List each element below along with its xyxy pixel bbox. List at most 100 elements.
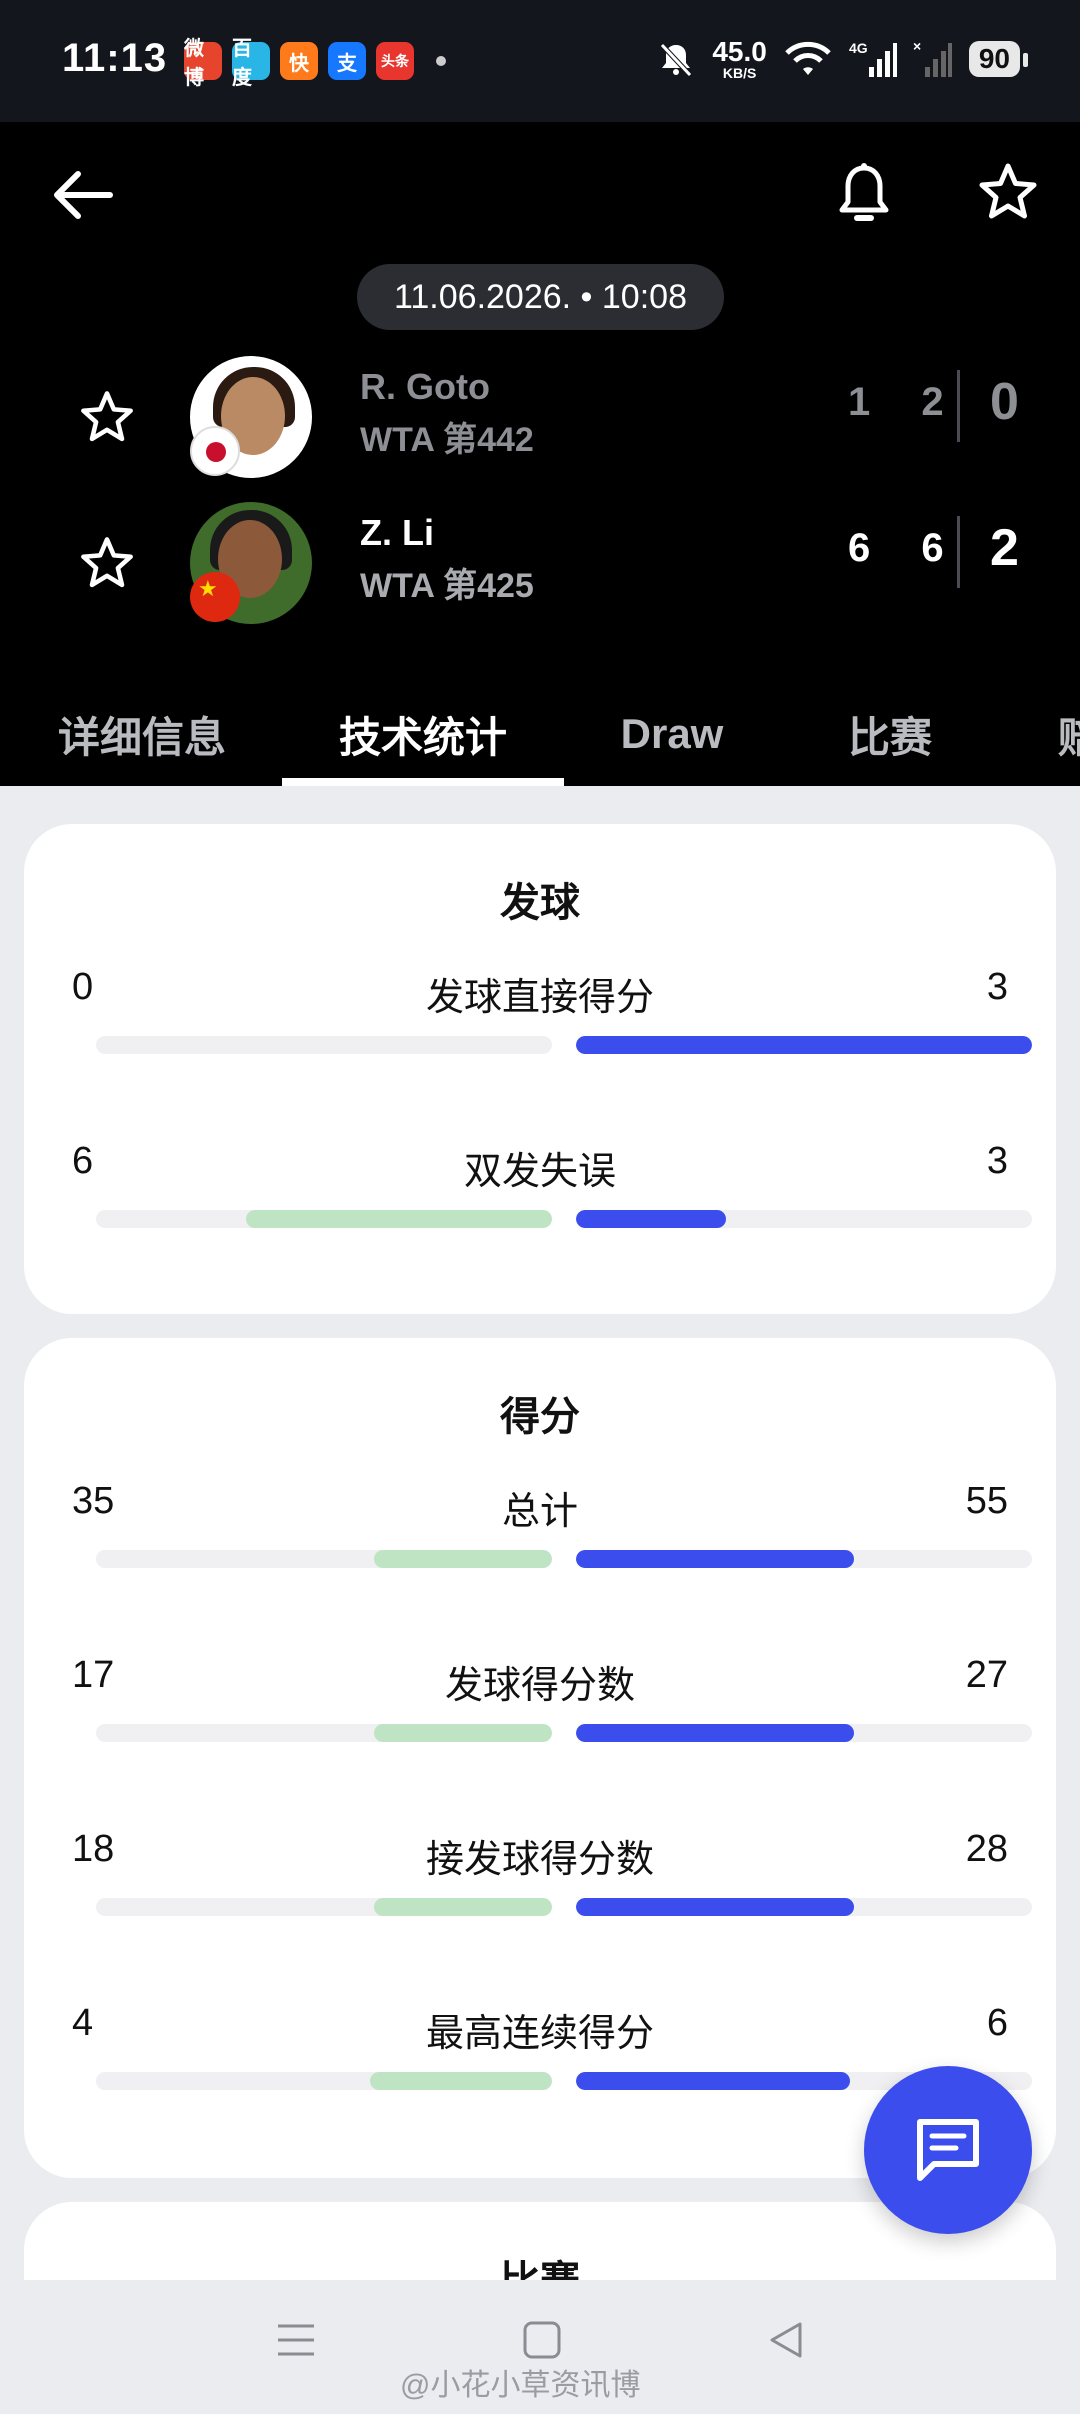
section-title: 发球: [500, 881, 580, 925]
tab-matches[interactable]: 比赛: [840, 682, 940, 786]
stat-label: 总计: [501, 1491, 578, 1533]
system-nav-bar: @小花小草资讯博: [0, 2280, 1080, 2414]
stat-right-value: 6: [986, 2002, 1008, 2044]
left-bar-track: [96, 1550, 552, 1568]
match-datetime: 11.06.2026. • 10:08: [357, 264, 724, 330]
tab-stats[interactable]: 技术统计: [282, 682, 564, 786]
stats-content[interactable]: 发球 0 发球直接得分 3 6 双发失误 3 得分 35 总计 55 17 发球…: [0, 786, 1080, 2280]
right-bar-track: [576, 1550, 1032, 1568]
right-bar-fill: [576, 1210, 727, 1228]
match-header: 11.06.2026. • 10:08 R. Goto WTA 第442 1 2…: [0, 122, 1080, 786]
serve-stats-card: 发球 0 发球直接得分 3 6 双发失误 3: [24, 824, 1056, 1314]
score-divider: [957, 370, 960, 442]
tab-details[interactable]: 详细信息: [52, 682, 232, 786]
favorite-match-button[interactable]: [975, 160, 1041, 231]
square-home-icon: [523, 2321, 561, 2359]
back-nav-button[interactable]: [766, 2320, 806, 2365]
stat-label: 接发球得分数: [425, 1839, 654, 1881]
stat-label: 发球直接得分: [425, 977, 654, 1019]
section-title: 比赛: [24, 2248, 1056, 2280]
status-bar: 11:13 微博 百度 快 支 头条 45.0 KB/S 4G × 90: [0, 0, 1080, 122]
notification-button[interactable]: [836, 162, 892, 233]
left-bar-fill: [246, 1210, 552, 1228]
svg-text:×: ×: [913, 39, 921, 54]
tab-bar: 详细信息 技术统计 Draw 比赛 赔: [0, 682, 1080, 786]
chat-button[interactable]: [864, 2066, 1032, 2234]
battery-indicator: 90: [968, 41, 1029, 77]
left-bar-track: [96, 2072, 552, 2090]
stat-label: 发球得分数: [444, 1665, 635, 1707]
points-stats-card: 得分 35 总计 55 17 发球得分数 27 18 接发球得分数 28 4 最…: [24, 1338, 1056, 2178]
score-divider: [957, 516, 960, 588]
stat-right-value: 3: [986, 1140, 1008, 1182]
svg-text:4G: 4G: [849, 40, 868, 56]
signal-no-sim-icon: ×: [913, 39, 952, 77]
home-nav-button[interactable]: [522, 2320, 562, 2365]
left-bar-track: [96, 1036, 552, 1054]
stat-row: 0 发球直接得分 3: [72, 966, 1032, 1076]
player-name: Z. Li: [360, 512, 434, 553]
bell-muted-icon: [660, 43, 693, 77]
set-scores: 1 2: [848, 380, 964, 424]
tab-draw[interactable]: Draw: [600, 682, 744, 786]
menu-icon: [278, 2324, 314, 2356]
stat-right-value: 55: [965, 1480, 1008, 1522]
set-scores: 6 6: [848, 526, 964, 570]
wifi-icon: [785, 41, 831, 75]
right-bar-track: [576, 1898, 1032, 1916]
status-time: 11:13: [62, 36, 168, 80]
right-bar-fill: [576, 1036, 1032, 1054]
player-rank: WTA 第425: [360, 567, 534, 605]
bell-icon: [839, 163, 889, 221]
more-notifications-dot: [436, 56, 446, 66]
arrow-left-icon: [54, 171, 113, 219]
left-bar-fill: [374, 1898, 552, 1916]
star-icon: [81, 391, 133, 442]
sets-won: 0: [990, 373, 1019, 431]
player-name: R. Goto: [360, 366, 490, 407]
player-row-goto[interactable]: R. Goto WTA 第442 1 2 0: [0, 356, 1080, 480]
player-row-li[interactable]: ★ Z. Li WTA 第425 6 6 2: [0, 502, 1080, 626]
right-bar-track: [576, 1210, 1032, 1228]
tab-odds[interactable]: 赔: [1058, 682, 1080, 786]
kuai-app-icon: 快: [280, 42, 318, 80]
weibo-app-icon: 微博: [184, 38, 222, 89]
left-bar-track: [96, 1210, 552, 1228]
right-bar-track: [576, 1724, 1032, 1742]
sets-won: 2: [990, 519, 1019, 577]
left-bar-track: [96, 1724, 552, 1742]
right-bar-fill: [576, 1724, 855, 1742]
star-icon: [81, 537, 133, 588]
stat-row: 35 总计 55: [72, 1480, 1032, 1590]
alipay-app-icon: 支: [328, 42, 366, 80]
star-icon: [979, 163, 1037, 219]
stat-right-value: 28: [965, 1828, 1008, 1870]
stat-row: 6 双发失误 3: [72, 1140, 1032, 1250]
favorite-player-button[interactable]: [77, 388, 137, 453]
china-flag-icon: ★: [190, 572, 240, 622]
favorite-player-button[interactable]: [77, 534, 137, 599]
left-bar-fill: [374, 1550, 552, 1568]
back-button[interactable]: [50, 162, 116, 233]
baidu-app-icon: 百度: [232, 38, 270, 89]
stat-row: 17 发球得分数 27: [72, 1654, 1032, 1764]
stat-row: 4 最高连续得分 6: [72, 2002, 1032, 2112]
net-speed: 45.0 KB/S: [712, 36, 767, 81]
stat-right-value: 27: [965, 1654, 1008, 1696]
right-bar-fill: [576, 1550, 855, 1568]
right-bar-track: [576, 1036, 1032, 1054]
menu-nav-button[interactable]: [276, 2320, 316, 2365]
left-bar-track: [96, 1898, 552, 1916]
right-bar-fill: [576, 2072, 850, 2090]
left-bar-fill: [369, 2072, 552, 2090]
right-bar-fill: [576, 1898, 855, 1916]
player-rank: WTA 第442: [360, 421, 534, 459]
chat-icon: [917, 2119, 979, 2181]
stat-label: 最高连续得分: [425, 2013, 654, 2055]
triangle-back-icon: [770, 2322, 802, 2358]
toutiao-app-icon: 头条: [376, 42, 414, 80]
japan-flag-icon: [190, 426, 240, 476]
watermark: @小花小草资讯博: [400, 2369, 641, 2402]
stat-right-value: 3: [986, 966, 1008, 1008]
notification-app-icons: 微博 百度 快 支 头条: [184, 38, 446, 89]
